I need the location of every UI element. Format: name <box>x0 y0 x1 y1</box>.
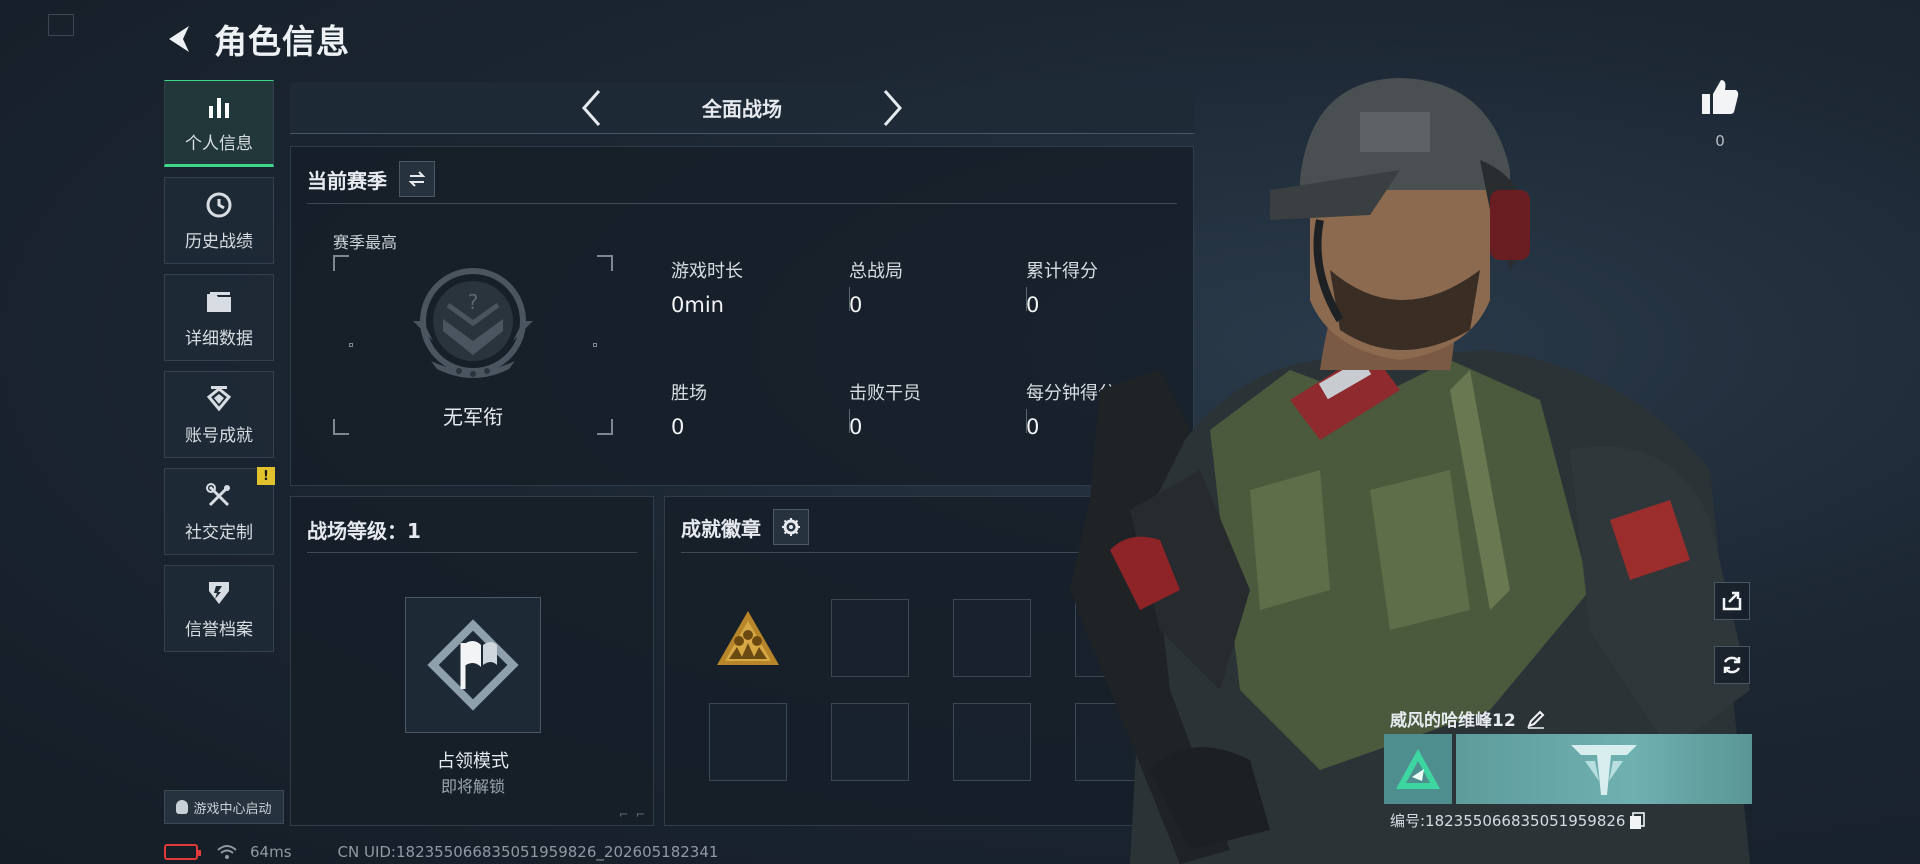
season-panel: 当前赛季 赛季最高 ? 无军衔 游戏时长 0min 总战局 0 累计得分 0 胜… <box>290 146 1194 486</box>
nav-item-label: 详细数据 <box>185 329 253 349</box>
squad-badge-icon <box>717 611 779 665</box>
refresh-button[interactable] <box>1714 646 1750 684</box>
cn-uid-line: CN UID:182355066835051959826_20260518234… <box>337 843 719 861</box>
stat-total-matches: 总战局 0 <box>849 261 903 317</box>
chevron-left-icon <box>581 89 601 126</box>
mode-selector: 全面战场 <box>290 82 1194 134</box>
svg-text:?: ? <box>468 290 479 314</box>
nav-item-label: 历史战绩 <box>185 232 253 252</box>
season-best-label: 赛季最高 <box>333 233 398 252</box>
refresh-icon <box>1723 656 1741 674</box>
stat-play-time: 游戏时长 0min <box>671 261 743 317</box>
emblem-icon <box>1571 745 1637 795</box>
nav-item-label: 个人信息 <box>185 134 253 154</box>
back-arrow-icon <box>169 26 189 52</box>
nav-item-achievements[interactable]: 账号成就 <box>164 371 274 458</box>
player-card[interactable] <box>1384 734 1752 804</box>
badge-slot-2[interactable] <box>831 599 909 677</box>
swap-icon <box>408 171 426 187</box>
season-switch-button[interactable] <box>399 161 435 197</box>
bar-chart-icon <box>206 91 232 123</box>
corner-frame <box>48 14 74 36</box>
badge-settings-button[interactable] <box>773 509 809 545</box>
nav-item-label: 社交定制 <box>185 523 253 543</box>
thumbs-up-icon <box>1702 80 1739 114</box>
nav-item-credit[interactable]: 信誉档案 <box>164 565 274 652</box>
mode-next-button[interactable] <box>872 86 912 130</box>
flag-diamond-icon <box>427 619 519 711</box>
nav-item-detail-data[interactable]: 详细数据 <box>164 274 274 361</box>
folder-icon <box>205 286 233 318</box>
badge-slot-6[interactable] <box>831 703 909 781</box>
qq-icon <box>176 800 189 814</box>
badge-slot-1[interactable] <box>709 599 787 677</box>
badge-slot-3[interactable] <box>953 599 1031 677</box>
edit-icon[interactable] <box>1526 709 1546 729</box>
rank-label: 无军衔 <box>443 405 503 429</box>
clock-icon <box>205 189 233 221</box>
chevron-right-icon <box>883 89 903 126</box>
nav-item-personal-info[interactable]: 个人信息 <box>164 80 274 167</box>
battlefield-level-panel: 战场等级：1 占领模式 即将解锁 ⌐ ⌐ <box>290 496 654 826</box>
rank-triangle-icon <box>1384 734 1452 804</box>
share-button[interactable] <box>1714 582 1750 620</box>
mode-status: 即将解锁 <box>440 777 505 796</box>
card-emblem <box>1456 734 1752 804</box>
shield-icon <box>206 577 232 609</box>
back-button[interactable] <box>160 19 200 59</box>
mode-prev-button[interactable] <box>572 86 612 130</box>
side-nav: 个人信息 历史战绩 详细数据 账号成就 ! 社交定制 信誉档案 <box>164 80 275 662</box>
player-name-text: 威风的哈维峰12 <box>1390 711 1516 731</box>
battlefield-level-title: 战场等级：1 <box>307 519 421 543</box>
rank-frame: ? 无军衔 <box>333 255 613 435</box>
badge-slot-5[interactable] <box>709 703 787 781</box>
mode-name: 占领模式 <box>437 751 509 772</box>
season-title: 当前赛季 <box>307 168 387 193</box>
nav-item-label: 信誉档案 <box>185 620 253 640</box>
achievement-icon <box>205 383 233 415</box>
copy-icon[interactable] <box>1629 811 1646 830</box>
tools-icon <box>205 480 233 512</box>
like-count: 0 <box>1715 132 1725 150</box>
stat-kills: 击败干员 0 <box>849 383 921 439</box>
occupation-mode-card[interactable] <box>405 597 541 733</box>
battery-icon <box>164 844 201 860</box>
status-bar: 64ms CN UID:182355066835051959826_202605… <box>164 842 718 862</box>
share-icon <box>1722 591 1742 611</box>
gear-icon <box>782 518 800 536</box>
game-center-launch-button[interactable]: 游戏中心启动 <box>164 790 284 824</box>
badge-slot-7[interactable] <box>953 703 1031 781</box>
badges-title: 成就徽章 <box>681 516 761 541</box>
wifi-icon <box>217 845 237 859</box>
page-title: 角色信息 <box>214 22 350 61</box>
player-uid: 编号:182355066835051959826 <box>1390 810 1646 831</box>
nav-item-social[interactable]: ! 社交定制 <box>164 467 275 555</box>
mode-title: 全面战场 <box>702 97 782 121</box>
rank-emblem-icon: ? <box>413 268 533 378</box>
like-button[interactable]: 0 <box>1700 78 1740 150</box>
nav-item-history[interactable]: 历史战绩 <box>164 177 274 264</box>
ping-value: 64ms <box>250 843 292 861</box>
launch-label: 游戏中心启动 <box>193 801 272 817</box>
header: 角色信息 <box>160 14 350 64</box>
player-name: 威风的哈维峰12 <box>1390 706 1546 731</box>
player-uid-text: 编号:182355066835051959826 <box>1390 812 1626 830</box>
stat-wins: 胜场 0 <box>671 383 707 439</box>
nav-item-label: 账号成就 <box>185 426 253 446</box>
alert-badge: ! <box>257 467 275 485</box>
